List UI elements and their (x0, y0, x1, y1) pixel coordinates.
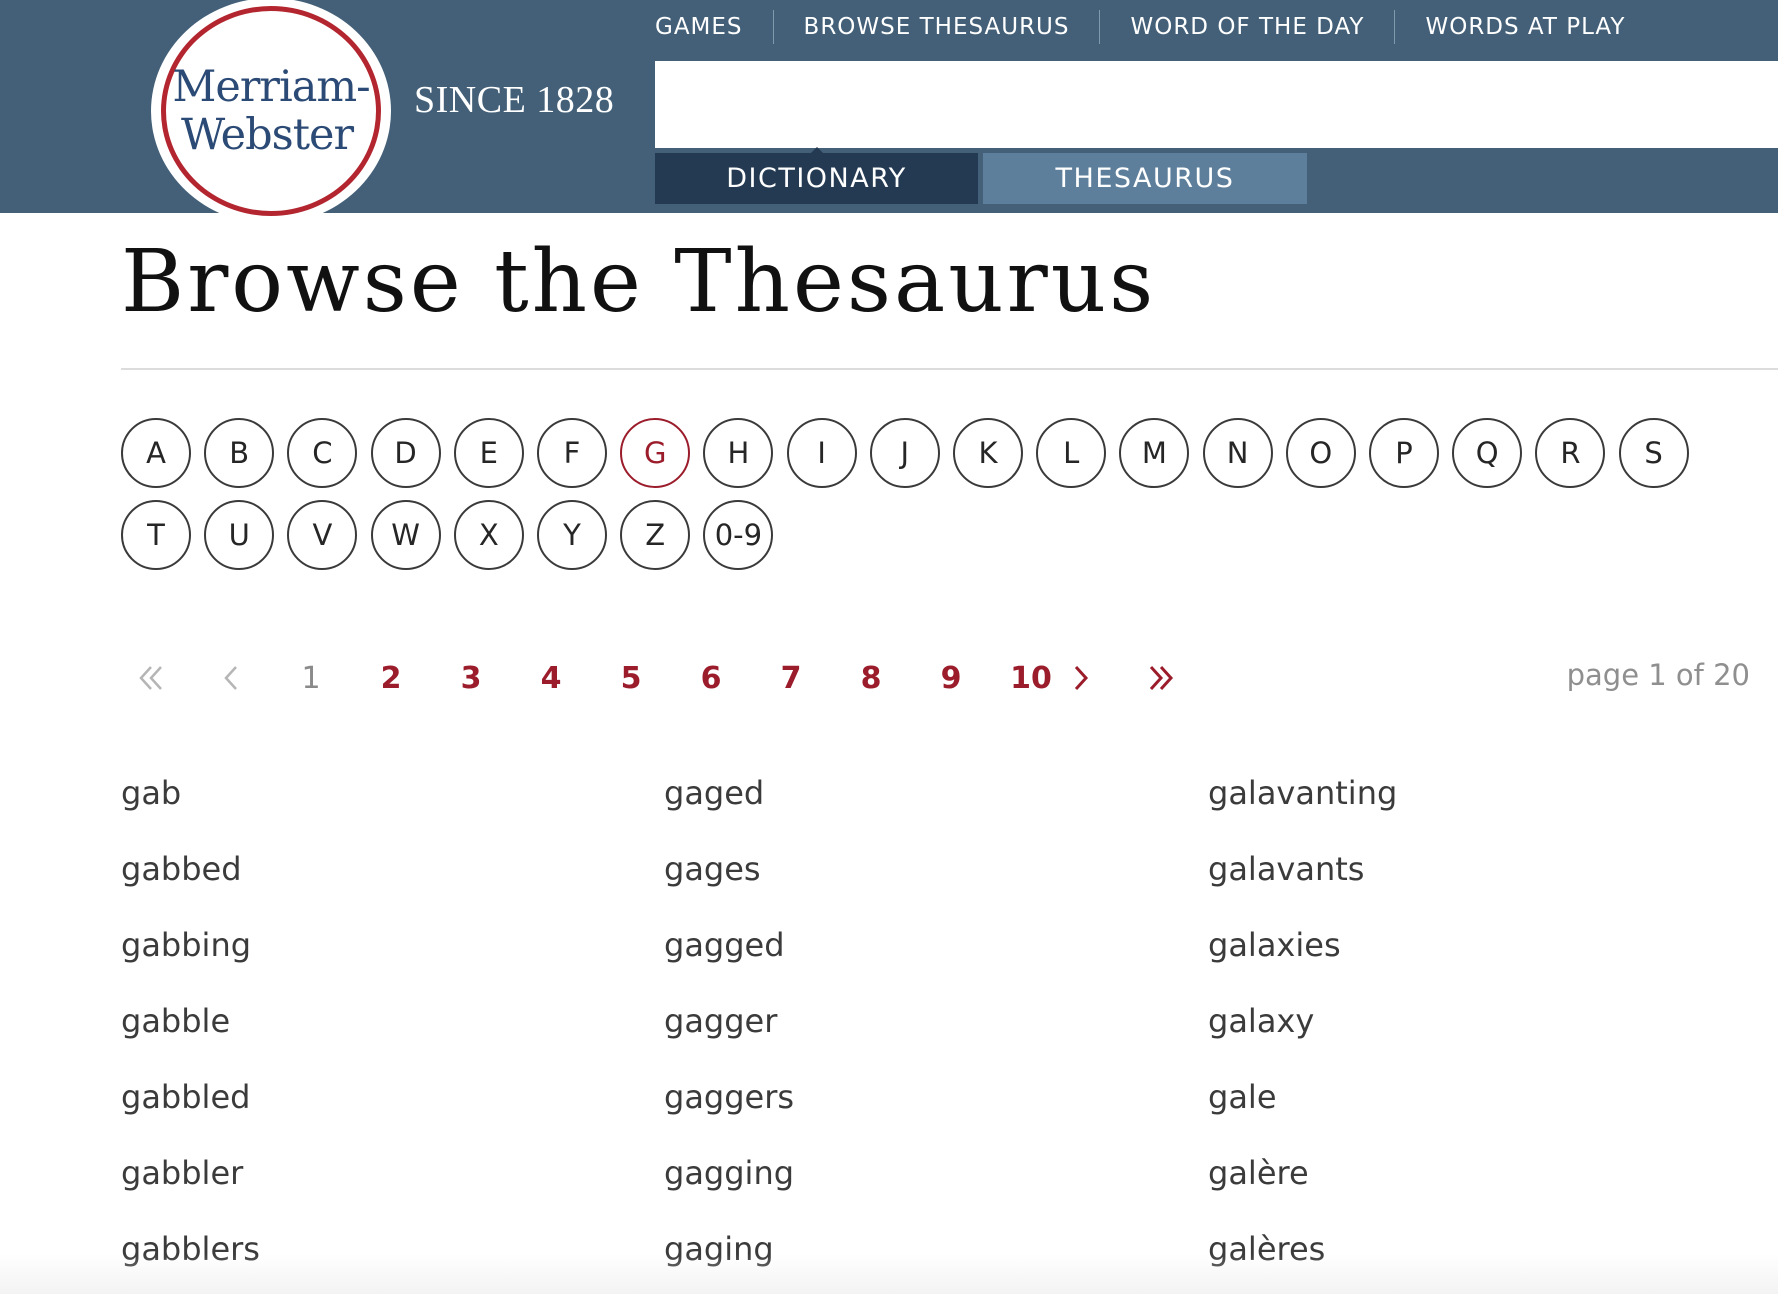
tab-dictionary[interactable]: DICTIONARY (655, 153, 978, 204)
letter-b[interactable]: B (204, 418, 275, 488)
word-link[interactable]: galavants (1208, 841, 1708, 917)
double-chevron-left-icon (139, 666, 162, 690)
title-divider (121, 368, 1778, 370)
word-link[interactable]: gab (121, 765, 621, 841)
word-link[interactable]: gagging (664, 1145, 1164, 1221)
letter-p[interactable]: P (1369, 418, 1439, 488)
logo-ring: Merriam- Webster (161, 6, 381, 216)
word-link[interactable]: galaxy (1208, 993, 1708, 1069)
word-link[interactable]: gabbed (121, 841, 621, 917)
next-page-button[interactable] (1051, 650, 1111, 706)
word-link[interactable]: gages (664, 841, 1164, 917)
letter-0-9[interactable]: 0-9 (703, 500, 774, 570)
letter-v[interactable]: V (287, 500, 358, 570)
letter-i[interactable]: I (786, 418, 857, 488)
letter-j[interactable]: J (869, 418, 940, 488)
top-navigation: GAMES BROWSE THESAURUS WORD OF THE DAY W… (655, 10, 1655, 44)
letter-h[interactable]: H (703, 418, 774, 488)
word-link[interactable]: gabble (121, 993, 621, 1069)
chevron-left-icon (224, 666, 237, 690)
letter-q[interactable]: Q (1452, 418, 1523, 488)
word-link[interactable]: gagged (664, 917, 1164, 993)
word-link[interactable]: galère (1208, 1145, 1708, 1221)
bottom-fade (0, 1254, 1778, 1294)
last-page-button[interactable] (1131, 650, 1191, 706)
letter-a[interactable]: A (121, 418, 191, 488)
nav-browse-thesaurus[interactable]: BROWSE THESAURUS (772, 10, 1100, 44)
page-8-link[interactable]: 8 (841, 650, 901, 706)
word-link[interactable]: gaged (664, 765, 1164, 841)
nav-word-of-the-day[interactable]: WORD OF THE DAY (1099, 10, 1394, 44)
page-2-link[interactable]: 2 (361, 650, 421, 706)
letter-e[interactable]: E (453, 418, 524, 488)
page-3-link[interactable]: 3 (441, 650, 501, 706)
word-link[interactable]: galaxies (1208, 917, 1708, 993)
letter-r[interactable]: R (1535, 418, 1606, 488)
word-link[interactable]: gabbing (121, 917, 621, 993)
word-link[interactable]: gabbler (121, 1145, 621, 1221)
chevron-right-icon (1074, 665, 1089, 691)
letter-t[interactable]: T (121, 500, 191, 570)
since-tagline: SINCE 1828 (414, 79, 615, 121)
site-header: Merriam- Webster SINCE 1828 GAMES BROWSE… (0, 0, 1778, 224)
letter-d[interactable]: D (370, 418, 441, 488)
letter-w[interactable]: W (370, 500, 441, 570)
word-column-2: gaged gages gagged gagger gaggers gagging gagi… (664, 765, 1164, 1294)
page-4-link[interactable]: 4 (521, 650, 581, 706)
logo-text-line1: Merriam- (172, 62, 370, 112)
page-1-link[interactable]: 1 (281, 650, 341, 706)
word-link[interactable]: gale (1208, 1069, 1708, 1145)
page-7-link[interactable]: 7 (761, 650, 821, 706)
letter-g[interactable]: G (620, 418, 691, 488)
page-6-link[interactable]: 6 (681, 650, 741, 706)
nav-words-at-play[interactable]: WORDS AT PLAY (1394, 10, 1655, 44)
letter-f[interactable]: F (537, 418, 607, 488)
letter-k[interactable]: K (953, 418, 1023, 488)
merriam-webster-logo[interactable]: Merriam- Webster (151, 0, 391, 224)
letter-u[interactable]: U (204, 500, 275, 570)
nav-games[interactable]: GAMES (655, 10, 773, 44)
page-9-link[interactable]: 9 (921, 650, 981, 706)
page-5-link[interactable]: 5 (601, 650, 661, 706)
page-count: page 1 of 20 (1566, 658, 1750, 692)
search-input[interactable] (655, 61, 1778, 148)
letter-y[interactable]: Y (537, 500, 607, 570)
first-page-button[interactable] (121, 650, 181, 706)
letter-x[interactable]: X (453, 500, 524, 570)
letter-m[interactable]: M (1119, 418, 1190, 488)
word-link[interactable]: gagger (664, 993, 1164, 1069)
letter-l[interactable]: L (1036, 418, 1107, 488)
double-chevron-right-icon (1149, 665, 1174, 691)
letter-c[interactable]: C (287, 418, 358, 488)
word-link[interactable]: gaggers (664, 1069, 1164, 1145)
word-link[interactable]: galavanting (1208, 765, 1708, 841)
word-link[interactable]: gabbled (121, 1069, 621, 1145)
word-column-1: gab gabbed gabbing gabble gabbled gabbler gabb… (121, 765, 621, 1294)
logo-text-line2: Webster (180, 110, 354, 160)
page-title: Browse the Thesaurus (121, 232, 1157, 332)
letter-o[interactable]: O (1285, 418, 1356, 488)
letter-n[interactable]: N (1202, 418, 1273, 488)
letter-z[interactable]: Z (620, 500, 691, 570)
word-column-3: galavanting galavants galaxies galaxy gale ga… (1208, 765, 1708, 1294)
tab-thesaurus[interactable]: THESAURUS (983, 153, 1307, 204)
previous-page-button[interactable] (201, 650, 261, 706)
letter-s[interactable]: S (1618, 418, 1689, 488)
